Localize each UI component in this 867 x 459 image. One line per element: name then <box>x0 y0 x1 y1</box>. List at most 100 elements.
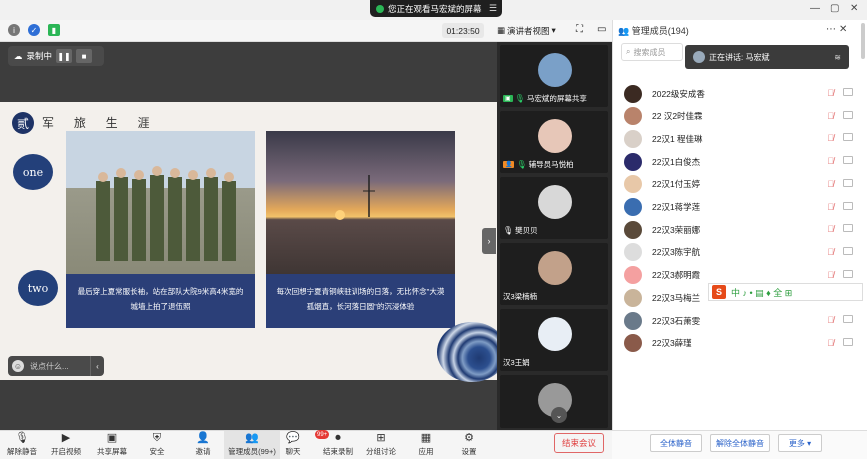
toolbar-button-0[interactable]: 🎙 解除静音 <box>0 431 44 459</box>
camera-off-icon[interactable] <box>843 201 853 210</box>
minimize-icon[interactable]: — <box>810 3 820 14</box>
toolbar-button-10[interactable]: ⚙ 设置 <box>447 431 491 459</box>
video-tile[interactable]: ⌄ <box>500 375 608 428</box>
mic-muted-icon[interactable]: 🎙̸ <box>827 224 834 234</box>
toolbar-button-4[interactable]: 👤 邀请 <box>181 431 225 459</box>
photo-caption-2: 每次回想宁夏青铜峡驻训场的日落，无比怀念"大漠孤烟直，长河落日圆"的沉浸体验 <box>266 274 455 328</box>
member-search-input[interactable]: ⌕ 搜索成员 <box>621 43 683 61</box>
avatar <box>624 243 642 262</box>
toolbar-label: 结束录制 <box>323 447 353 456</box>
avatar <box>538 53 572 87</box>
member-row[interactable]: 22汉3陈宇航 🎙̸ <box>624 242 859 263</box>
toolbar-button-6[interactable]: 💬 聊天 <box>271 431 315 459</box>
member-row[interactable]: 22 汉2时佳霖 🎙̸ <box>624 106 859 127</box>
mic-muted-icon[interactable]: 🎙̸ <box>827 88 834 98</box>
toolbar-label: 设置 <box>461 447 477 456</box>
screen-share-icon: ▣ <box>503 95 513 102</box>
mic-icon: 🎙 <box>503 226 514 235</box>
member-search-placeholder: 搜索成员 <box>633 47 666 57</box>
mic-muted-icon[interactable]: 🎙̸ <box>827 270 834 280</box>
members-icon: 👥 <box>618 26 630 36</box>
toolbar-button-2[interactable]: ▣ 共享屏幕 <box>90 431 134 459</box>
ime-tools[interactable]: 中 ♪ • ▤ ♦ 全 ⊞ <box>731 286 792 299</box>
camera-off-icon[interactable] <box>843 156 853 165</box>
member-row[interactable]: 22汉1蒋学莲 🎙̸ <box>624 197 859 218</box>
mic-muted-icon[interactable]: 🎙̸ <box>827 202 834 212</box>
unmute-all-button[interactable]: 解除全体静音 <box>710 434 770 452</box>
member-row[interactable]: 22汉1白俊杰 🎙̸ <box>624 151 859 172</box>
mic-muted-icon[interactable]: 🎙̸ <box>827 315 834 325</box>
avatar <box>624 311 642 330</box>
mic-muted-icon[interactable]: 🎙̸ <box>827 111 834 121</box>
more-icon[interactable]: ⋯ <box>826 24 836 35</box>
info-icon[interactable]: i <box>8 24 20 36</box>
mic-muted-icon[interactable]: 🎙̸ <box>827 247 834 257</box>
toolbar-icon: ▦ <box>420 432 432 444</box>
pause-recording-button[interactable]: ❚❚ <box>56 49 73 63</box>
toolbar-button-3[interactable]: ⛨ 安全 <box>135 431 179 459</box>
toolbar-button-8[interactable]: ⊞ 分组讨论 <box>359 431 403 459</box>
camera-off-icon[interactable] <box>843 315 853 323</box>
video-tile[interactable]: ▣ 🎙 马宏斌的屏幕共享 <box>500 45 608 107</box>
presenter-view-button[interactable]: ▦ 演讲者视图 ▾ <box>497 23 567 38</box>
chevron-left-icon[interactable]: ‹ <box>90 356 104 376</box>
member-row[interactable]: 22汉3荣丽娜 🎙̸ <box>624 219 859 240</box>
shield-icon[interactable]: ✓ <box>28 24 40 36</box>
camera-off-icon[interactable] <box>843 337 853 346</box>
mic-muted-icon[interactable]: 🎙̸ <box>827 179 834 189</box>
member-row[interactable]: 22汉1 程佳琳 🎙̸ <box>624 128 859 149</box>
mic-muted-icon[interactable]: 🎙̸ <box>827 156 834 166</box>
recording-indicator: ☁ 录制中 ❚❚ ■ <box>8 46 104 66</box>
toolbar-icon: 💬 <box>286 432 300 444</box>
member-row[interactable]: 22汉1付玉婷 🎙̸ <box>624 174 859 195</box>
toolbar-icon: ⛨ <box>152 432 162 444</box>
member-name: 22汉1付玉婷 <box>652 179 701 190</box>
collapse-strip-button[interactable]: › <box>482 228 496 254</box>
toolbar-button-9[interactable]: ▦ 应用 <box>404 431 448 459</box>
video-tile[interactable]: 汉3梁楠楠 <box>500 243 608 305</box>
member-row[interactable]: 22汉3薛瑾 🎙̸ <box>624 333 859 354</box>
mute-all-button[interactable]: 全体静音 <box>650 434 702 452</box>
toolbar-label: 解除静音 <box>7 447 37 456</box>
more-options-label: 更多 <box>788 438 805 448</box>
close-icon[interactable]: ✕ <box>850 3 858 14</box>
avatar <box>624 288 642 307</box>
stop-recording-button[interactable]: ■ <box>76 49 93 63</box>
end-meeting-button[interactable]: 结束会议 <box>554 433 604 453</box>
toolbar-button-1[interactable]: ▶ 开启视频 <box>44 431 88 459</box>
scrollbar[interactable] <box>861 23 865 59</box>
member-row[interactable]: 2022级安成香 🎙̸ <box>624 83 859 104</box>
mic-muted-icon[interactable]: 🎙̸ <box>827 133 834 143</box>
mic-muted-icon[interactable]: 🎙̸ <box>827 338 834 348</box>
more-options-button[interactable]: 更多 ▾ <box>778 434 822 452</box>
camera-off-icon[interactable] <box>843 269 853 278</box>
camera-off-icon[interactable] <box>843 178 853 187</box>
layout-icon[interactable]: ▭ <box>597 24 606 35</box>
toolbar-icon: 👥 <box>245 432 259 444</box>
comment-input[interactable]: ☺ 说点什么... ‹ <box>8 356 104 376</box>
soldiers-photo <box>66 131 255 274</box>
camera-off-icon[interactable] <box>843 110 853 119</box>
camera-off-icon[interactable] <box>843 224 853 233</box>
restore-icon[interactable]: ▢ <box>830 3 839 14</box>
video-tile[interactable]: 🎙 樊贝贝 <box>500 177 608 239</box>
camera-off-icon[interactable] <box>843 88 853 96</box>
chevron-down-icon[interactable]: ⌄ <box>551 407 567 423</box>
signal-icon[interactable]: ▮ <box>48 24 60 36</box>
toolbar-icon: ⚙ <box>464 432 474 444</box>
avatar <box>624 198 642 216</box>
menu-icon[interactable]: ☰ <box>489 3 497 14</box>
tile-name: 汉3梁楠楠 <box>503 292 538 301</box>
camera-off-icon[interactable] <box>843 246 853 255</box>
camera-off-icon[interactable] <box>843 133 853 142</box>
member-row[interactable]: 22汉3石萧雯 🎙̸ <box>624 310 859 331</box>
fullscreen-icon[interactable]: ⛶ <box>576 24 583 35</box>
close-panel-icon[interactable]: ✕ <box>839 24 847 35</box>
recording-label: 录制中 <box>26 51 53 61</box>
audio-level-icon: ≋ <box>834 52 841 62</box>
ime-toolbar[interactable]: S 中 ♪ • ▤ ♦ 全 ⊞ <box>708 283 863 301</box>
video-tile[interactable]: 汉3王娟 <box>500 309 608 371</box>
mic-icon: 🎙 <box>514 94 525 103</box>
video-tile[interactable]: 👤 🎙 辅导员马悦柏 <box>500 111 608 173</box>
member-name: 22汉3马梅兰 <box>652 292 701 303</box>
